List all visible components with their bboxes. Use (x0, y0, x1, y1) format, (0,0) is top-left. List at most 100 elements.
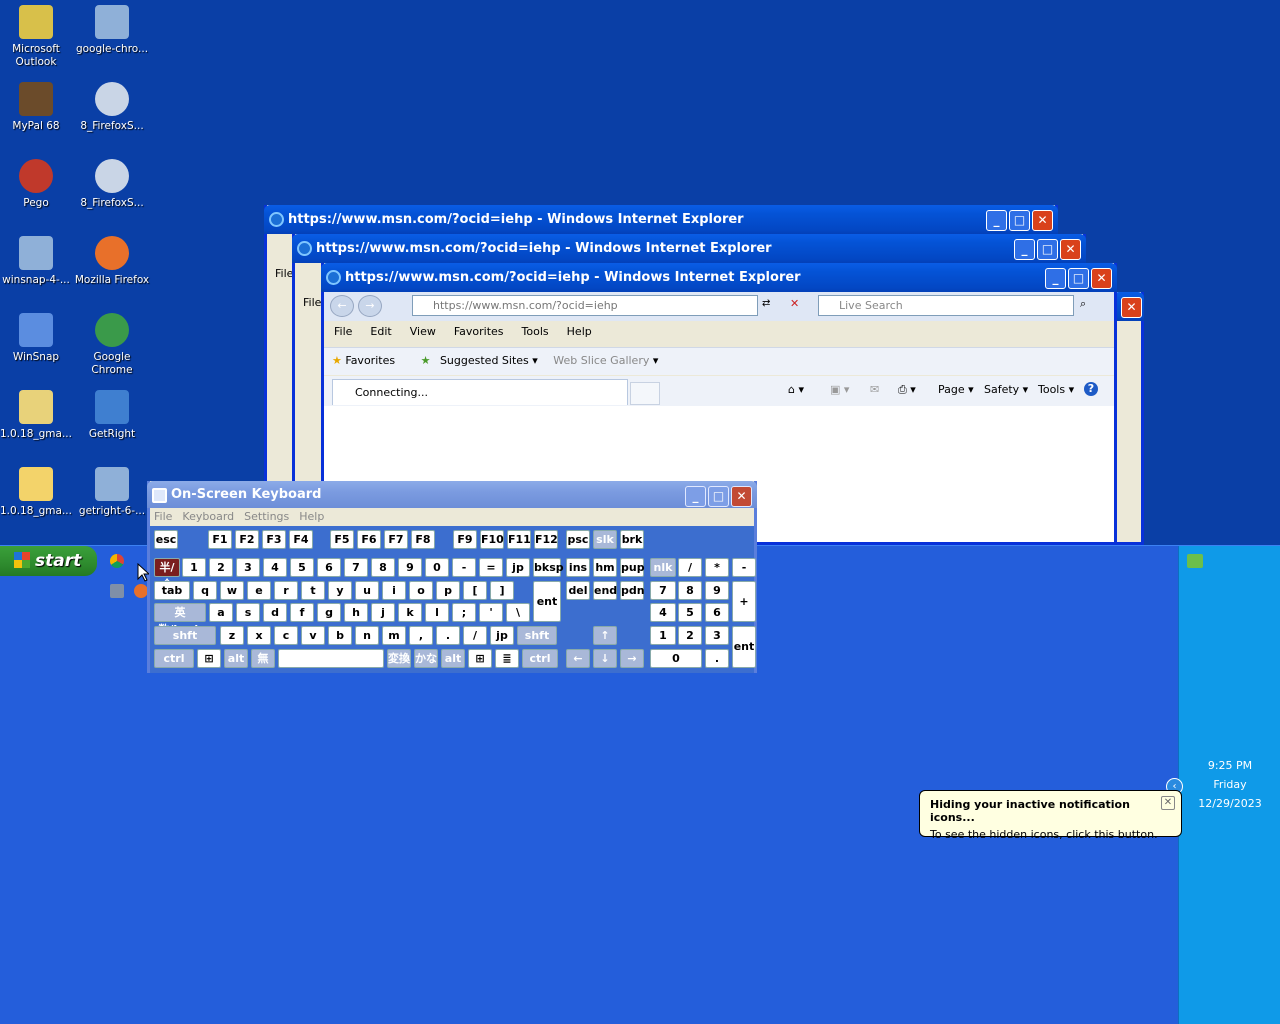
key[interactable]: hm (593, 558, 617, 577)
key[interactable]: u (355, 581, 379, 600)
add-favorite-icon[interactable]: ★ (421, 354, 431, 367)
close-button[interactable]: ✕ (1032, 210, 1053, 231)
print-icon[interactable]: ⎙ ▾ (898, 383, 916, 397)
desktop-icon[interactable]: Pego (0, 157, 74, 210)
menu-help[interactable]: Help (567, 325, 592, 338)
close-button[interactable]: ✕ (1091, 268, 1112, 289)
tools-menu[interactable]: Tools ▾ (1038, 383, 1074, 396)
menu-file[interactable]: File (154, 510, 172, 523)
minimize-button[interactable]: _ (986, 210, 1007, 231)
ie-titlebar[interactable]: https://www.msn.com/?ocid=iehp - Windows… (264, 205, 1058, 234)
key[interactable]: 3 (705, 626, 729, 645)
osk-titlebar[interactable]: On-Screen Keyboard _ □ ✕ (147, 481, 757, 508)
key[interactable]: 2 (678, 626, 702, 645)
desktop-icon[interactable]: Mozilla Firefox (74, 234, 150, 287)
address-bar[interactable]: https://www.msn.com/?ocid=iehp (412, 295, 758, 316)
key[interactable]: r (274, 581, 298, 600)
search-icon[interactable]: ⌕ (1080, 297, 1086, 311)
home-icon[interactable]: ⌂ ▾ (788, 383, 804, 396)
forward-button[interactable]: → (358, 295, 382, 317)
minimize-button[interactable]: _ (1014, 239, 1035, 260)
key[interactable]: ' (479, 603, 503, 622)
desktop-icon[interactable]: Microsoft Outlook (0, 3, 74, 69)
key[interactable]: ; (452, 603, 476, 622)
key[interactable]: 英数/Lock (154, 603, 206, 636)
refresh-button[interactable]: ⇄ (762, 298, 770, 309)
desktop-icon[interactable]: 1.0.18_gma... (0, 465, 74, 518)
key[interactable]: c (274, 626, 298, 645)
clock-time[interactable]: 9:25 PM (1179, 759, 1280, 772)
desktop-icon[interactable]: 8_FirefoxS... (74, 157, 150, 210)
on-screen-keyboard-window[interactable]: On-Screen Keyboard _ □ ✕ File Keyboard Setti… (147, 481, 757, 673)
key[interactable]: s (236, 603, 260, 622)
key[interactable]: pup (620, 558, 645, 577)
key[interactable]: jp (506, 558, 530, 577)
key[interactable]: F10 (480, 530, 504, 549)
key[interactable]: 9 (398, 558, 422, 577)
key[interactable]: ins (566, 558, 590, 577)
key[interactable]: F7 (384, 530, 408, 549)
menu-tools[interactable]: Tools (522, 325, 549, 338)
key[interactable]: alt (224, 649, 248, 668)
key[interactable]: y (328, 581, 352, 600)
key[interactable]: ctrl (154, 649, 194, 668)
menu-keyboard[interactable]: Keyboard (182, 510, 234, 523)
key[interactable]: F6 (357, 530, 381, 549)
key[interactable]: - (732, 558, 756, 577)
key[interactable]: 8 (371, 558, 395, 577)
key[interactable]: / (678, 558, 702, 577)
back-button[interactable]: ← (330, 295, 354, 317)
key[interactable]: esc (154, 530, 178, 549)
key[interactable]: = (479, 558, 503, 577)
notification-balloon[interactable]: Hiding your inactive notification icons.… (919, 790, 1182, 841)
key[interactable]: d (263, 603, 287, 622)
key[interactable]: かな (414, 649, 438, 668)
help-icon[interactable]: ? (1084, 382, 1098, 396)
suggested-sites-link[interactable]: Suggested Sites (440, 354, 529, 367)
key[interactable]: bksp (533, 558, 564, 577)
key[interactable]: 7 (344, 558, 368, 577)
key[interactable]: / (463, 626, 487, 645)
menu-edit[interactable]: Edit (370, 325, 391, 338)
feeds-icon[interactable]: ▣ ▾ (830, 383, 849, 396)
key[interactable]: . (705, 649, 729, 668)
key[interactable]: t (301, 581, 325, 600)
key[interactable]: del (566, 581, 590, 600)
key[interactable]: ↓ (593, 649, 617, 668)
key[interactable]: F9 (453, 530, 477, 549)
desktop-icon[interactable]: winsnap-4-... (0, 234, 74, 287)
stop-button[interactable]: ✕ (790, 297, 799, 310)
key[interactable]: F4 (289, 530, 313, 549)
new-tab-button[interactable] (630, 382, 660, 405)
balloon-close-button[interactable]: ✕ (1161, 796, 1175, 810)
desktop-icon[interactable]: Google Chrome (74, 311, 150, 377)
key[interactable]: tab (154, 581, 190, 600)
key[interactable]: f (290, 603, 314, 622)
key[interactable]: 変換 (387, 649, 411, 668)
firefox-quicklaunch-icon[interactable] (134, 584, 148, 598)
close-button[interactable]: ✕ (1121, 297, 1142, 318)
key[interactable]: i (382, 581, 406, 600)
mail-icon[interactable]: ✉ (870, 383, 879, 396)
desktop-icon[interactable]: getright-6-... (74, 465, 150, 518)
tab-connecting[interactable]: Connecting... (332, 379, 628, 405)
ie-titlebar[interactable]: https://www.msn.com/?ocid=iehp - Windows… (292, 234, 1086, 263)
menu-favorites[interactable]: Favorites (454, 325, 504, 338)
desktop-icon[interactable]: 1.0.18_gma... (0, 388, 74, 441)
key[interactable]: p (436, 581, 460, 600)
key[interactable]: jp (490, 626, 514, 645)
key[interactable]: F2 (235, 530, 259, 549)
minimize-button[interactable]: _ (685, 486, 706, 507)
key[interactable]: 8 (678, 581, 702, 600)
desktop-icon[interactable]: GetRight (74, 388, 150, 441)
tray-app-icon[interactable] (1187, 554, 1203, 568)
key[interactable]: brk (620, 530, 644, 549)
key[interactable]: 0 (650, 649, 702, 668)
key[interactable]: 5 (678, 603, 702, 622)
favorites-button[interactable]: Favorites (345, 354, 395, 367)
minimize-button[interactable]: _ (1045, 268, 1066, 289)
key[interactable]: 1 (182, 558, 206, 577)
key[interactable]: ctrl (522, 649, 558, 668)
key[interactable]: 5 (290, 558, 314, 577)
close-button[interactable]: ✕ (1060, 239, 1081, 260)
